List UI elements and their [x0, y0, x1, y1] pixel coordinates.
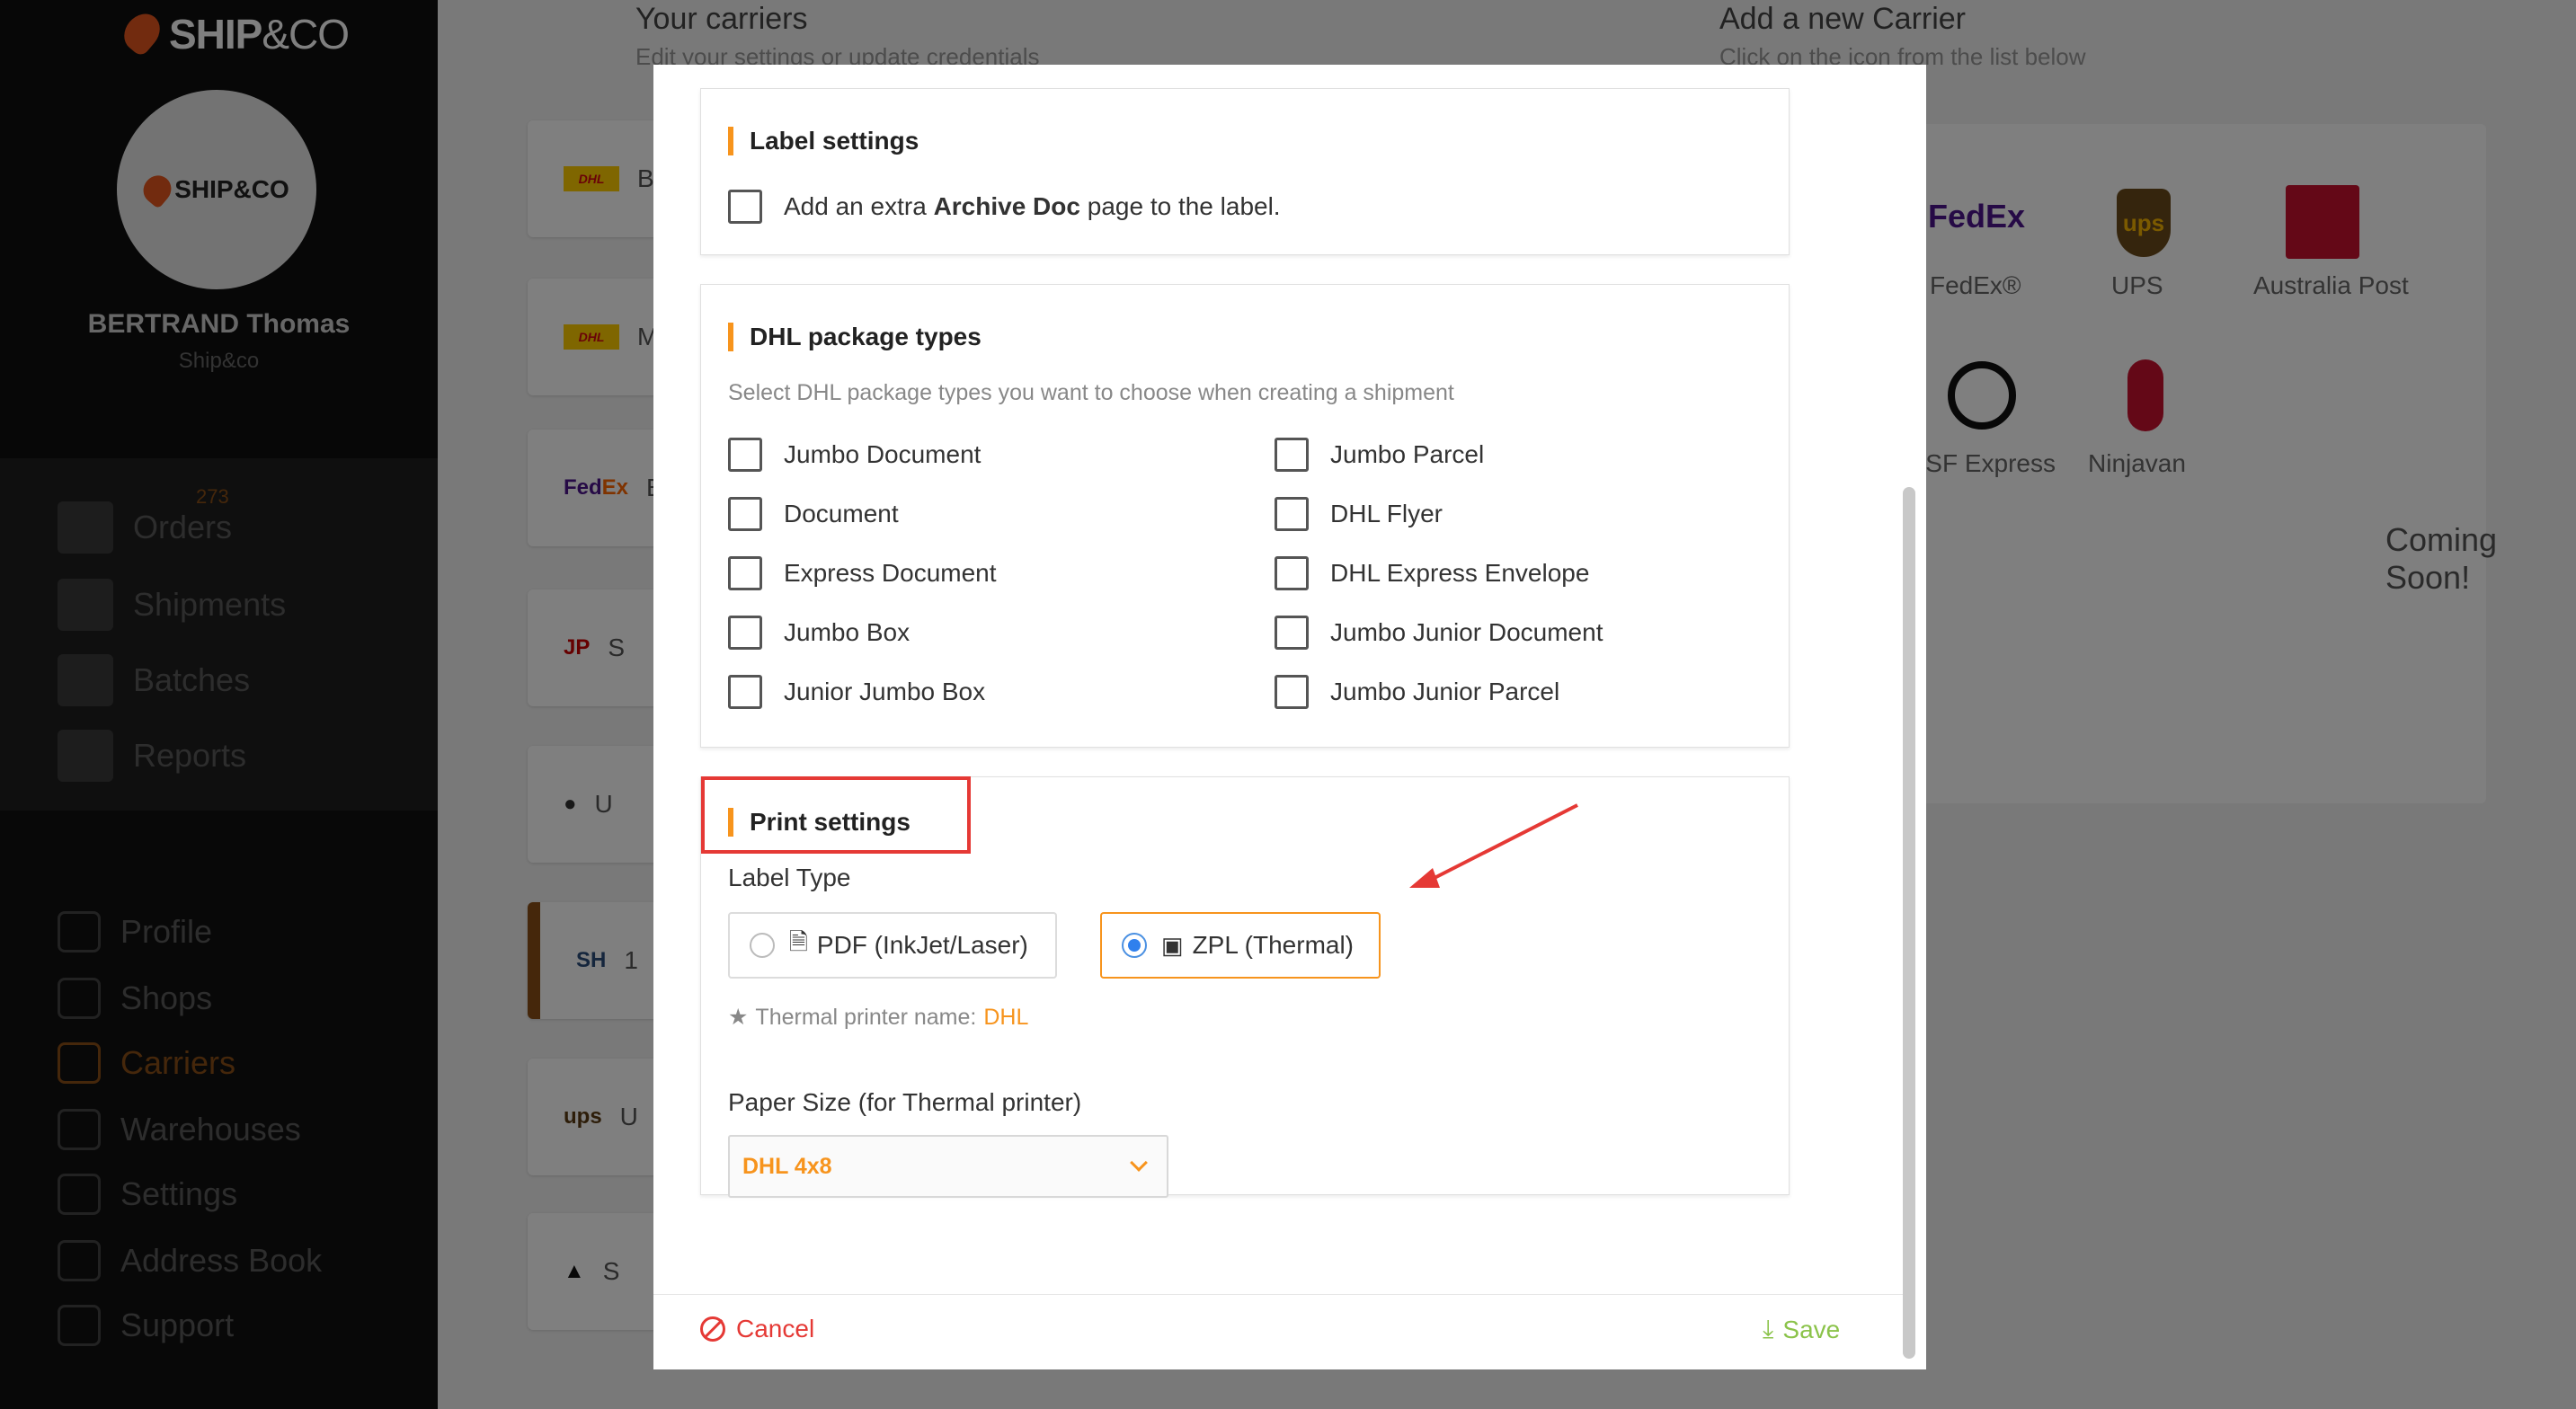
arrow-head: [1409, 868, 1440, 888]
annotation-arrow-icon: [1409, 803, 1578, 888]
arrow-shaft: [1428, 803, 1578, 882]
